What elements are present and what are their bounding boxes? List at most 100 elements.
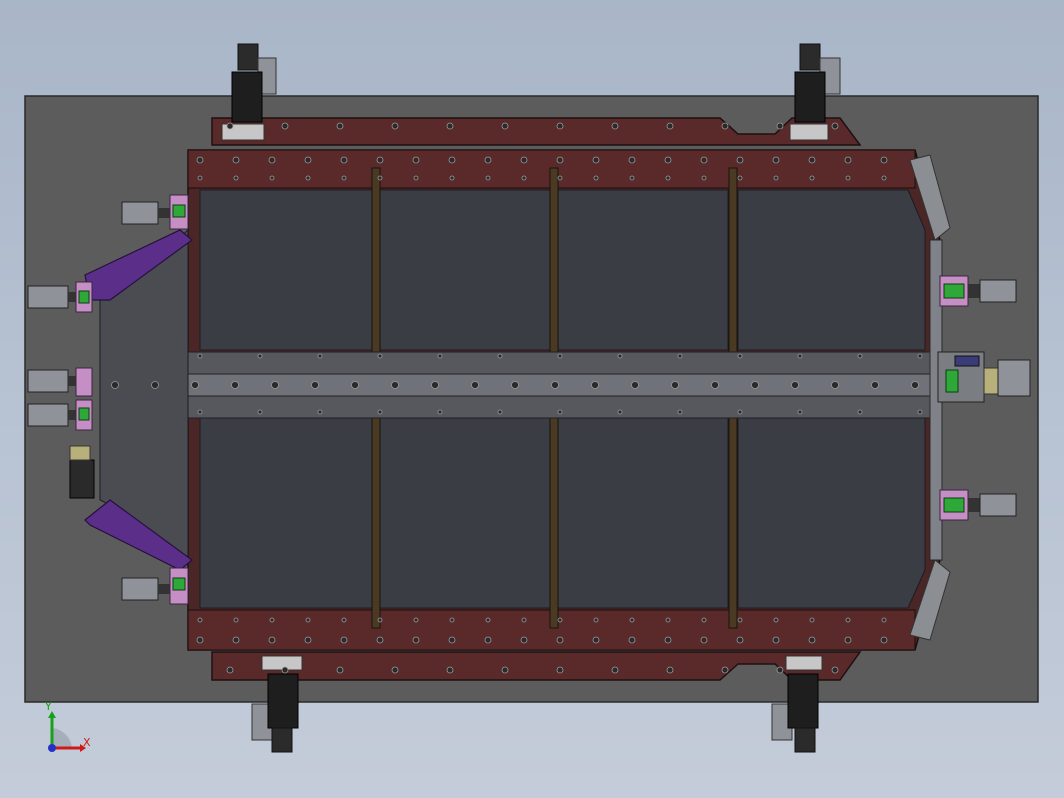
bolt-hole bbox=[911, 381, 919, 389]
bolt-hole bbox=[233, 617, 239, 623]
bolt-hole bbox=[557, 409, 563, 415]
bolt-hole bbox=[628, 636, 636, 644]
axis-triad-icon: X Y bbox=[44, 700, 91, 752]
bolt-hole bbox=[413, 175, 419, 181]
bolt-hole bbox=[677, 409, 683, 415]
graphics-viewport[interactable]: X Y bbox=[0, 0, 1064, 798]
bolt-hole bbox=[917, 409, 923, 415]
bolt-hole bbox=[304, 156, 312, 164]
bolt-hole bbox=[281, 666, 289, 674]
bolt-hole bbox=[446, 666, 454, 674]
bolt-hole bbox=[521, 617, 527, 623]
bolt-hole bbox=[556, 666, 564, 674]
bolt-hole bbox=[197, 353, 203, 359]
center-rail bbox=[99, 373, 941, 397]
bolt-hole bbox=[736, 156, 744, 164]
bolt-hole bbox=[226, 122, 234, 130]
bolt-hole bbox=[196, 156, 204, 164]
bolt-hole bbox=[917, 353, 923, 359]
panel-bottom-2 bbox=[379, 417, 551, 609]
bolt-hole bbox=[497, 409, 503, 415]
bolt-hole bbox=[617, 409, 623, 415]
bolt-hole bbox=[448, 636, 456, 644]
bolt-hole bbox=[317, 353, 323, 359]
x-axis-label: X bbox=[83, 736, 91, 749]
bolt-hole bbox=[257, 353, 263, 359]
bolt-hole bbox=[304, 636, 312, 644]
bolt-hole bbox=[431, 381, 439, 389]
bolt-hole bbox=[617, 353, 623, 359]
bolt-hole bbox=[871, 381, 879, 389]
bolt-hole bbox=[700, 636, 708, 644]
bolt-hole bbox=[772, 156, 780, 164]
bolt-hole bbox=[317, 409, 323, 415]
left-clamp-mid-upper[interactable] bbox=[27, 281, 93, 313]
bolt-hole bbox=[520, 636, 528, 644]
bolt-hole bbox=[377, 353, 383, 359]
bolt-hole bbox=[831, 122, 839, 130]
bolt-hole bbox=[844, 156, 852, 164]
bolt-hole bbox=[351, 381, 359, 389]
bolt-hole bbox=[376, 636, 384, 644]
cad-model-scene[interactable]: X Y bbox=[0, 0, 1064, 798]
bolt-hole bbox=[377, 409, 383, 415]
bolt-hole bbox=[592, 636, 600, 644]
left-clamp-center-upper[interactable] bbox=[27, 367, 93, 397]
bolt-hole bbox=[671, 381, 679, 389]
bolt-hole bbox=[666, 122, 674, 130]
bolt-hole bbox=[437, 353, 443, 359]
bolt-hole bbox=[449, 175, 455, 181]
bolt-hole bbox=[592, 156, 600, 164]
right-clamp-center[interactable] bbox=[937, 351, 1031, 403]
bolt-hole bbox=[232, 156, 240, 164]
bolt-hole bbox=[611, 122, 619, 130]
panel-bottom-3 bbox=[557, 417, 729, 609]
bolt-hole bbox=[449, 617, 455, 623]
bolt-hole bbox=[831, 666, 839, 674]
bolt-hole bbox=[391, 666, 399, 674]
bolt-hole bbox=[448, 156, 456, 164]
bolt-hole bbox=[776, 122, 784, 130]
bolt-hole bbox=[520, 156, 528, 164]
bolt-hole bbox=[797, 409, 803, 415]
panel-top-1 bbox=[199, 189, 373, 351]
bolt-hole bbox=[305, 617, 311, 623]
bolt-hole bbox=[484, 156, 492, 164]
bolt-hole bbox=[413, 617, 419, 623]
bolt-hole bbox=[305, 175, 311, 181]
bolt-hole bbox=[721, 666, 729, 674]
bolt-hole bbox=[197, 617, 203, 623]
bolt-hole bbox=[857, 409, 863, 415]
bolt-hole bbox=[797, 353, 803, 359]
bolt-hole bbox=[501, 666, 509, 674]
bolt-hole bbox=[611, 666, 619, 674]
bolt-hole bbox=[701, 617, 707, 623]
bolt-hole bbox=[808, 636, 816, 644]
bolt-hole bbox=[484, 636, 492, 644]
left-sensor-block[interactable] bbox=[69, 445, 95, 499]
bolt-hole bbox=[485, 617, 491, 623]
y-axis-label: Y bbox=[44, 700, 52, 713]
bolt-hole bbox=[556, 156, 564, 164]
bolt-hole bbox=[497, 353, 503, 359]
bolt-hole bbox=[521, 175, 527, 181]
bolt-hole bbox=[772, 636, 780, 644]
bolt-hole bbox=[845, 175, 851, 181]
bolt-hole bbox=[311, 381, 319, 389]
bolt-hole bbox=[628, 156, 636, 164]
bolt-hole bbox=[665, 617, 671, 623]
bolt-hole bbox=[629, 175, 635, 181]
bolt-hole bbox=[677, 353, 683, 359]
bolt-hole bbox=[271, 381, 279, 389]
panel-top-4 bbox=[737, 189, 926, 351]
bolt-hole bbox=[471, 381, 479, 389]
bolt-hole bbox=[700, 156, 708, 164]
bolt-hole bbox=[196, 636, 204, 644]
left-clamp-center-lower[interactable] bbox=[27, 399, 93, 431]
bolt-hole bbox=[791, 381, 799, 389]
bolt-hole bbox=[281, 122, 289, 130]
bolt-hole bbox=[511, 381, 519, 389]
bolt-hole bbox=[809, 175, 815, 181]
bolt-hole bbox=[501, 122, 509, 130]
bolt-hole bbox=[551, 381, 559, 389]
